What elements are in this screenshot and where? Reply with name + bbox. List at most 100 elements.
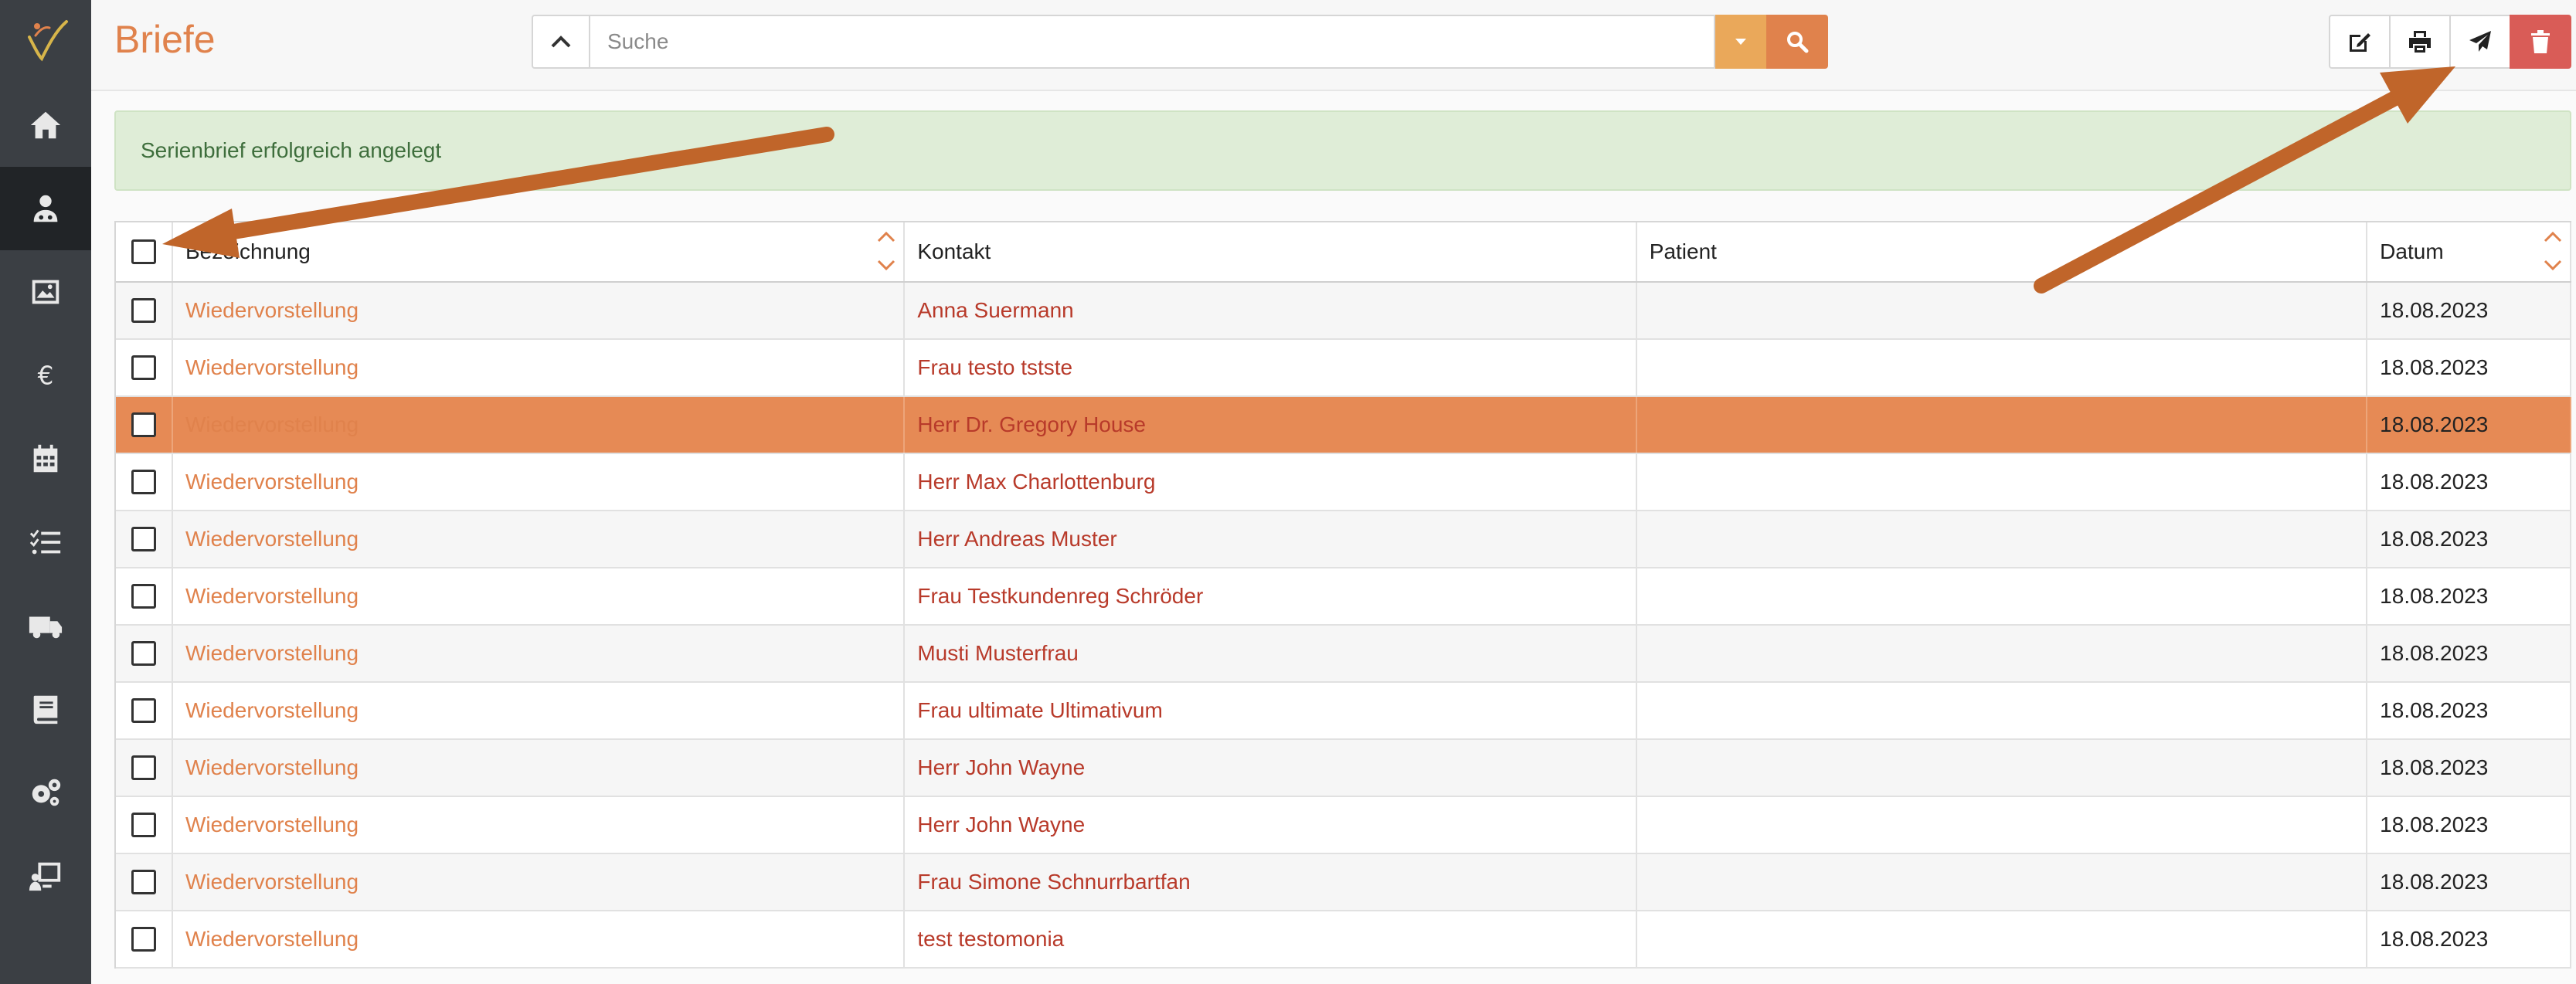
- app-logo[interactable]: [0, 0, 91, 80]
- row-checkbox[interactable]: [131, 813, 156, 837]
- table-row[interactable]: Wiedervorstellung Anna Suermann 18.08.2023: [116, 283, 2572, 340]
- kontakt-link[interactable]: test testomonia: [917, 927, 1064, 952]
- datum-value: 18.08.2023: [2380, 470, 2489, 494]
- search-button[interactable]: [1766, 15, 1828, 69]
- search-bar: [532, 15, 1828, 69]
- kontakt-link[interactable]: Frau testo tstste: [917, 355, 1072, 380]
- bezeichnung-link[interactable]: Wiedervorstellung: [185, 298, 359, 323]
- bezeichnung-link[interactable]: Wiedervorstellung: [185, 470, 359, 494]
- table-row[interactable]: Wiedervorstellung Frau Simone Schnurrbart…: [116, 854, 2572, 911]
- search-icon: [1787, 32, 1809, 53]
- table-row[interactable]: Wiedervorstellung Herr John Wayne 18.08.20…: [116, 740, 2572, 797]
- sidebar-item-home[interactable]: [0, 83, 91, 167]
- column-header-patient[interactable]: Patient: [1637, 222, 2368, 281]
- table-row[interactable]: Wiedervorstellung Herr Dr. Gregory House 1…: [116, 397, 2572, 454]
- kontakt-link[interactable]: Herr John Wayne: [917, 755, 1085, 780]
- table-row[interactable]: Wiedervorstellung Herr Andreas Muster 18.0…: [116, 511, 2572, 568]
- send-button[interactable]: [2449, 15, 2511, 69]
- sort-icon[interactable]: [2542, 227, 2564, 275]
- table-row[interactable]: Wiedervorstellung Musti Musterfrau 18.08.2…: [116, 626, 2572, 683]
- cell-kontakt: Herr John Wayne: [905, 740, 1637, 796]
- cell-datum: 18.08.2023: [2367, 397, 2572, 453]
- kontakt-link[interactable]: Herr Andreas Muster: [917, 527, 1116, 551]
- row-checkbox[interactable]: [131, 927, 156, 952]
- kontakt-link[interactable]: Herr Max Charlottenburg: [917, 470, 1155, 494]
- bezeichnung-link[interactable]: Wiedervorstellung: [185, 813, 359, 837]
- calendar-icon: [33, 444, 58, 473]
- kontakt-link[interactable]: Frau Simone Schnurrbartfan: [917, 870, 1190, 894]
- bezeichnung-link[interactable]: Wiedervorstellung: [185, 927, 359, 952]
- column-header-label: Patient: [1649, 239, 1717, 263]
- sidebar-item-documents[interactable]: [0, 667, 91, 751]
- bezeichnung-link[interactable]: Wiedervorstellung: [185, 870, 359, 894]
- sidebar-item-patients[interactable]: [0, 167, 91, 250]
- row-checkbox[interactable]: [131, 412, 156, 437]
- cell-patient: [1637, 397, 2368, 453]
- kontakt-link[interactable]: Herr Dr. Gregory House: [917, 412, 1146, 437]
- sidebar-item-calendar[interactable]: [0, 417, 91, 500]
- sidebar-item-delivery[interactable]: [0, 584, 91, 667]
- edit-icon: [2350, 33, 2370, 52]
- row-select-cell: [116, 511, 173, 567]
- row-checkbox[interactable]: [131, 355, 156, 380]
- row-checkbox[interactable]: [131, 755, 156, 780]
- row-checkbox[interactable]: [131, 641, 156, 666]
- column-header-kontakt[interactable]: Kontakt: [905, 222, 1637, 281]
- search-options-button[interactable]: [1715, 15, 1766, 69]
- table-row[interactable]: Wiedervorstellung Frau testo tstste 18.08.…: [116, 340, 2572, 397]
- datum-value: 18.08.2023: [2380, 355, 2489, 379]
- row-select-cell: [116, 683, 173, 738]
- sort-icon[interactable]: [875, 227, 897, 275]
- search-collapse-button[interactable]: [532, 15, 590, 69]
- kontakt-link[interactable]: Musti Musterfrau: [917, 641, 1079, 666]
- sidebar-item-finance[interactable]: €: [0, 334, 91, 417]
- sidebar-item-images[interactable]: [0, 250, 91, 334]
- kontakt-link[interactable]: Anna Suermann: [917, 298, 1073, 323]
- row-checkbox[interactable]: [131, 470, 156, 494]
- row-select-cell: [116, 854, 173, 910]
- table-row[interactable]: Wiedervorstellung Frau ultimate Ultimativ…: [116, 683, 2572, 740]
- column-header-datum[interactable]: Datum: [2367, 222, 2572, 281]
- select-all-checkbox[interactable]: [131, 239, 156, 264]
- bezeichnung-link[interactable]: Wiedervorstellung: [185, 355, 359, 380]
- cell-datum: 18.08.2023: [2367, 340, 2572, 395]
- bezeichnung-link[interactable]: Wiedervorstellung: [185, 755, 359, 780]
- bezeichnung-link[interactable]: Wiedervorstellung: [185, 584, 359, 609]
- search-input[interactable]: [590, 15, 1715, 69]
- table-row[interactable]: Wiedervorstellung Herr John Wayne 18.08.20…: [116, 797, 2572, 854]
- table-row[interactable]: Wiedervorstellung test testomonia 18.08.20…: [116, 911, 2572, 969]
- sidebar-item-settings[interactable]: [0, 751, 91, 834]
- svg-text:€: €: [38, 361, 54, 391]
- table-row[interactable]: Wiedervorstellung Herr Max Charlottenburg…: [116, 454, 2572, 511]
- row-checkbox[interactable]: [131, 698, 156, 723]
- kontakt-link[interactable]: Frau ultimate Ultimativum: [917, 698, 1162, 723]
- kontakt-link[interactable]: Herr John Wayne: [917, 813, 1085, 837]
- print-button[interactable]: [2389, 15, 2451, 69]
- bezeichnung-link[interactable]: Wiedervorstellung: [185, 412, 359, 437]
- bezeichnung-link[interactable]: Wiedervorstellung: [185, 698, 359, 723]
- row-select-cell: [116, 740, 173, 796]
- sidebar-item-presentation[interactable]: [0, 834, 91, 918]
- row-checkbox[interactable]: [131, 298, 156, 323]
- cell-datum: 18.08.2023: [2367, 797, 2572, 853]
- cell-datum: 18.08.2023: [2367, 511, 2572, 567]
- row-select-cell: [116, 626, 173, 681]
- column-header-label: Kontakt: [917, 239, 991, 263]
- edit-button[interactable]: [2329, 15, 2391, 69]
- row-checkbox[interactable]: [131, 584, 156, 609]
- datum-value: 18.08.2023: [2380, 870, 2489, 894]
- cell-bezeichnung: Wiedervorstellung: [173, 626, 906, 681]
- bezeichnung-link[interactable]: Wiedervorstellung: [185, 527, 359, 551]
- column-header-label: Datum: [2380, 239, 2444, 263]
- kontakt-link[interactable]: Frau Testkundenreg Schröder: [917, 584, 1203, 609]
- row-checkbox[interactable]: [131, 870, 156, 894]
- cell-datum: 18.08.2023: [2367, 683, 2572, 738]
- datum-value: 18.08.2023: [2380, 927, 2489, 951]
- table-row[interactable]: Wiedervorstellung Frau Testkundenreg Schr…: [116, 568, 2572, 626]
- sidebar-item-tasks[interactable]: [0, 500, 91, 584]
- cell-datum: 18.08.2023: [2367, 740, 2572, 796]
- row-checkbox[interactable]: [131, 527, 156, 551]
- column-header-bezeichnung[interactable]: Bezeichnung: [173, 222, 906, 281]
- delete-button[interactable]: [2510, 15, 2571, 69]
- bezeichnung-link[interactable]: Wiedervorstellung: [185, 641, 359, 666]
